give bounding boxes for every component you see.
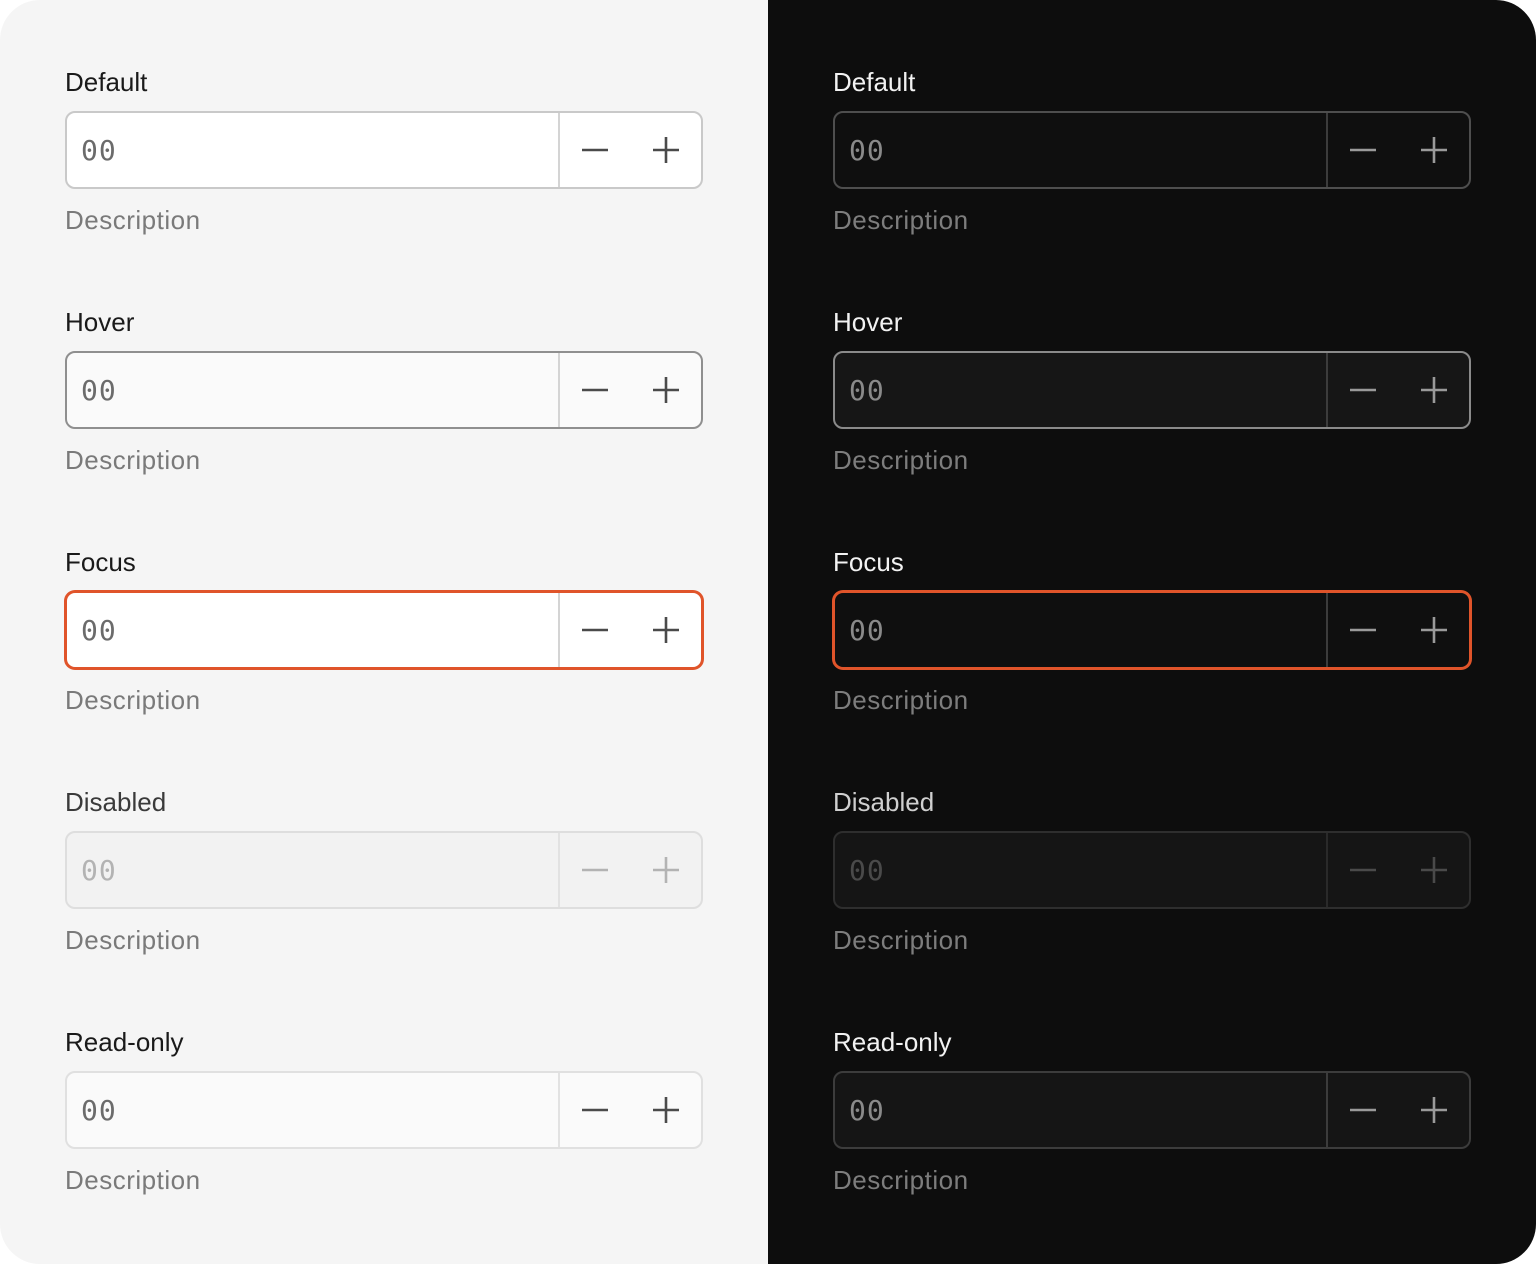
minus-icon [582, 388, 609, 392]
minus-icon [1350, 1108, 1377, 1112]
stepper-controls [1326, 353, 1469, 427]
field-label: Hover [833, 307, 903, 337]
minus-icon [1350, 628, 1377, 632]
stepper-controls [1326, 593, 1469, 667]
field-description: Description [833, 925, 969, 955]
number-stepper: 00 [833, 831, 1471, 909]
field-description: Description [65, 205, 201, 235]
stepper-input: 00 [849, 853, 885, 887]
field-label: Focus [833, 547, 904, 577]
increment-button [631, 833, 702, 907]
decrement-button[interactable] [560, 593, 631, 667]
field-label: Hover [65, 307, 135, 337]
increment-button [1399, 833, 1470, 907]
increment-button[interactable] [631, 113, 702, 187]
stepper-input[interactable]: 00 [67, 113, 558, 187]
stepper-input[interactable]: 00 [67, 593, 558, 667]
number-stepper: 00 [833, 351, 1471, 429]
field-description: Description [833, 1165, 969, 1195]
minus-icon [582, 868, 609, 872]
decrement-button[interactable] [1328, 353, 1399, 427]
decrement-button[interactable] [560, 1073, 631, 1147]
decrement-button [1328, 833, 1399, 907]
increment-button[interactable] [1399, 1073, 1470, 1147]
number-stepper: 00 [65, 1071, 703, 1149]
plus-icon [652, 137, 679, 163]
field-description: Description [65, 685, 201, 715]
field-label: Read-only [833, 1027, 952, 1057]
stepper-input[interactable]: 00 [835, 593, 1326, 667]
field-description: Description [65, 1165, 201, 1195]
increment-button[interactable] [1399, 593, 1470, 667]
number-stepper: 00 [65, 831, 703, 909]
plus-icon [1420, 137, 1447, 163]
dark-theme-panel: Default 00 Description Hover 00 Descript… [768, 0, 1536, 1264]
field-description: Description [65, 445, 201, 475]
plus-icon [1420, 617, 1447, 643]
minus-icon [582, 628, 609, 632]
number-stepper: 00 [833, 591, 1471, 669]
decrement-button[interactable] [1328, 593, 1399, 667]
stepper-controls [558, 833, 701, 907]
number-stepper: 00 [65, 591, 703, 669]
stepper-controls [1326, 113, 1469, 187]
increment-button[interactable] [1399, 113, 1470, 187]
stepper-controls [558, 1073, 701, 1147]
stepper-controls [558, 113, 701, 187]
decrement-button[interactable] [1328, 1073, 1399, 1147]
plus-icon [1420, 377, 1447, 403]
decrement-button [560, 833, 631, 907]
stepper-controls [558, 353, 701, 427]
field-description: Description [833, 445, 969, 475]
field-label: Focus [65, 547, 136, 577]
minus-icon [582, 1108, 609, 1112]
stepper-controls [1326, 1073, 1469, 1147]
field-label: Disabled [833, 787, 935, 817]
decrement-button[interactable] [560, 353, 631, 427]
plus-icon [652, 377, 679, 403]
field-description: Description [833, 685, 969, 715]
plus-icon [1420, 1097, 1447, 1123]
number-stepper: 00 [833, 111, 1471, 189]
plus-icon [652, 617, 679, 643]
field-label: Read-only [65, 1027, 184, 1057]
stepper-input: 00 [81, 853, 117, 887]
stepper-controls [1326, 833, 1469, 907]
plus-icon [652, 857, 679, 883]
field-label: Default [833, 67, 916, 97]
stepper-input[interactable]: 00 [67, 353, 558, 427]
number-stepper: 00 [65, 351, 703, 429]
showcase-frame: Default 00 Description Hover 00 Descript… [0, 0, 1536, 1264]
increment-button[interactable] [631, 353, 702, 427]
number-stepper: 00 [833, 1071, 1471, 1149]
field-label: Default [65, 67, 148, 97]
light-theme-panel: Default 00 Description Hover 00 Descript… [0, 0, 768, 1264]
decrement-button[interactable] [560, 113, 631, 187]
field-description: Description [833, 205, 969, 235]
minus-icon [1350, 148, 1377, 152]
field-label: Disabled [65, 787, 167, 817]
increment-button[interactable] [631, 593, 702, 667]
plus-icon [652, 1097, 679, 1123]
minus-icon [1350, 868, 1377, 872]
stepper-input[interactable]: 00 [835, 1073, 1326, 1147]
stepper-input[interactable]: 00 [835, 353, 1326, 427]
stepper-controls [558, 593, 701, 667]
stepper-input[interactable]: 00 [835, 113, 1326, 187]
number-stepper: 00 [65, 111, 703, 189]
decrement-button[interactable] [1328, 113, 1399, 187]
minus-icon [1350, 388, 1377, 392]
increment-button[interactable] [631, 1073, 702, 1147]
plus-icon [1420, 857, 1447, 883]
increment-button[interactable] [1399, 353, 1470, 427]
field-description: Description [65, 925, 201, 955]
minus-icon [582, 148, 609, 152]
stepper-input[interactable]: 00 [67, 1073, 558, 1147]
